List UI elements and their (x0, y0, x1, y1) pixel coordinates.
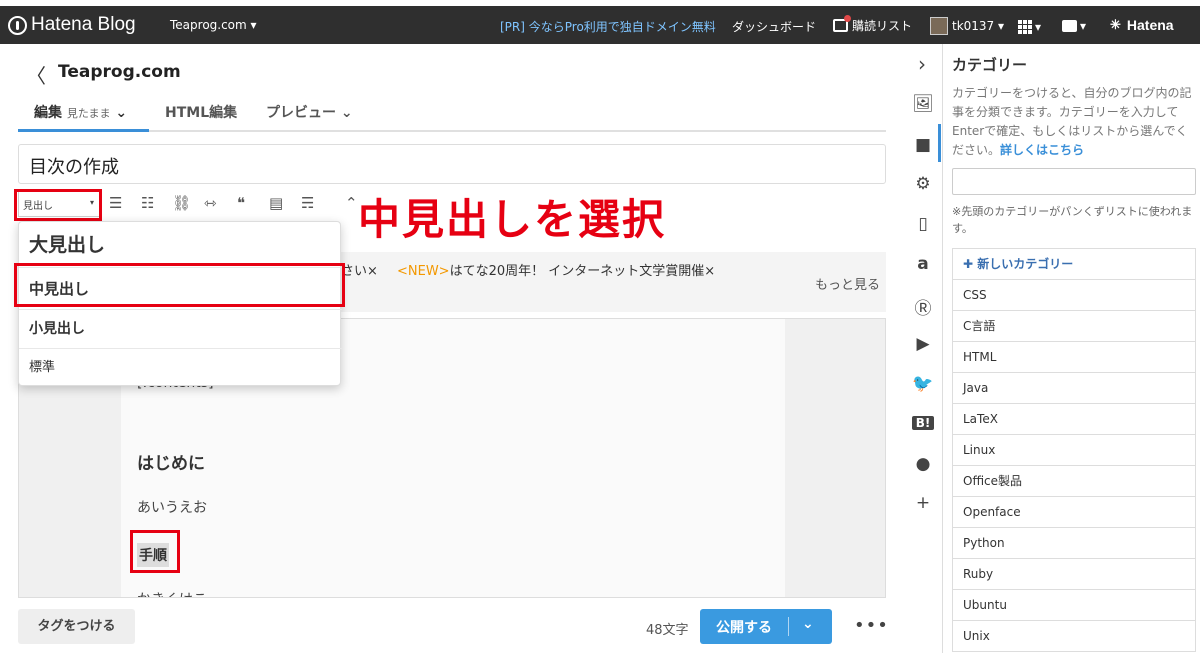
promo-link[interactable]: [PR] 今ならPro利用で独自ドメイン無料 (500, 18, 716, 35)
avatar (930, 17, 948, 35)
blog-selector[interactable]: Teaprog.com ▾ (170, 18, 257, 32)
category-input[interactable] (952, 168, 1196, 195)
tab-html[interactable]: HTML編集 (165, 102, 237, 122)
hatena-label: Hatena (1126, 17, 1174, 33)
category-item[interactable]: Openface (953, 497, 1195, 528)
hatena-bookmark-icon[interactable]: B! (912, 416, 934, 430)
collapse-toolbar-icon[interactable]: ⌃ (345, 194, 358, 212)
category-item[interactable]: Office製品 (953, 466, 1195, 497)
category-item[interactable]: Java (953, 373, 1195, 404)
dropdown-item-small-heading[interactable]: 小見出し (19, 310, 342, 349)
hatena-star-icon: ✳ (1110, 17, 1121, 32)
side-icon-bar: 🖼 ■ ⚙ ▯ a Ⓡ ▶ 🐦 B! ● + (902, 44, 942, 653)
highlight-medium-heading (14, 263, 345, 307)
category-item[interactable]: CSS (953, 280, 1195, 311)
category-panel: カテゴリー カテゴリーをつけると、自分のブログ内の記事を分類できます。カテゴリー… (942, 44, 1200, 653)
dropdown-item-large-heading[interactable]: 大見出し (19, 222, 342, 268)
tab-preview-label: プレビュー (266, 105, 336, 121)
youtube-icon[interactable]: ▶ (912, 334, 934, 354)
char-count: 48文字 (646, 623, 689, 638)
title-input[interactable]: 目次の作成 (18, 144, 886, 184)
user-menu[interactable]: tk0137 ▾ (930, 17, 1004, 35)
highlight-heading-select (14, 189, 102, 221)
reader-icon (833, 15, 851, 32)
reader-label: 購読リスト (852, 19, 913, 33)
paragraph-1: あいうえお (137, 500, 207, 516)
horizontal-rule-icon[interactable]: ⇿ (204, 194, 217, 212)
notifications-menu[interactable]: ▾ (1062, 19, 1086, 33)
category-list: ✚ 新しいカテゴリー CSS C言語 HTML Java LaTeX Linux… (952, 248, 1196, 652)
numbered-list-icon[interactable]: ☷ (141, 194, 154, 212)
notification-dot (844, 15, 851, 22)
apps-grid-icon (1018, 20, 1032, 34)
username: tk0137 ▾ (952, 19, 1005, 33)
add-category-button[interactable]: ✚ 新しいカテゴリー (953, 249, 1195, 280)
apps-menu[interactable]: ▾ (1018, 20, 1041, 34)
dashboard-link[interactable]: ダッシュボード (732, 18, 816, 35)
amazon-icon[interactable]: a (912, 254, 934, 274)
category-item[interactable]: LaTeX (953, 404, 1195, 435)
active-tab-indicator (18, 129, 149, 132)
more-line-icon[interactable]: ☴ (301, 194, 314, 212)
add-tag-button[interactable]: タグをつける (18, 609, 135, 644)
active-side-indicator (938, 124, 941, 162)
category-item[interactable]: Linux (953, 435, 1195, 466)
chevron-down-icon[interactable]: ⌄ (802, 616, 814, 632)
dropdown-item-normal[interactable]: 標準 (19, 349, 342, 387)
photo-icon[interactable]: 🖼 (912, 94, 934, 114)
category-item[interactable]: Unix (953, 621, 1195, 652)
editor-tabs: 編集 見たまま ⌄ HTML編集 プレビュー ⌄ (18, 96, 886, 132)
paragraph-2: かきくけこ (137, 589, 207, 597)
document-icon[interactable]: ▯ (912, 214, 934, 234)
category-item[interactable]: HTML (953, 342, 1195, 373)
back-icon[interactable]: 〈 (26, 60, 46, 89)
category-item[interactable]: Ruby (953, 559, 1195, 590)
top-navigation-bar: Hatena Blog Teaprog.com ▾ [PR] 今ならPro利用で… (0, 6, 1200, 44)
plus-icon[interactable]: + (912, 493, 934, 513)
bulleted-list-icon[interactable]: ☰ (109, 194, 122, 212)
panel-note: ※先頭のカテゴリーがパンくずリストに使われます。 (952, 205, 1193, 235)
publish-label: 公開する (716, 620, 772, 636)
notice-partial[interactable]: さい× (341, 260, 378, 279)
panel-description: カテゴリーをつけると、自分のブログ内の記事を分類できます。カテゴリーを入力してE… (952, 84, 1197, 160)
tab-preview[interactable]: プレビュー ⌄ (266, 102, 353, 122)
chevron-down-icon: ⌄ (340, 105, 353, 121)
highlight-selected-text (130, 530, 180, 573)
table-of-contents-icon[interactable]: ▤ (269, 194, 283, 212)
more-options-icon[interactable]: ••• (854, 615, 889, 636)
notice-more-link[interactable]: もっと見る (815, 274, 880, 293)
publish-separator (788, 617, 789, 636)
gear-icon[interactable]: ⚙ (912, 174, 934, 194)
reader-link[interactable]: 購読リスト (833, 15, 913, 34)
notif-caret: ▾ (1080, 19, 1087, 33)
hatena-blog-logo-icon (8, 15, 27, 35)
category-item[interactable]: Ubuntu (953, 590, 1195, 621)
category-item[interactable]: C言語 (953, 311, 1195, 342)
link-icon[interactable]: ⛓ (172, 194, 191, 212)
new-badge: <NEW> (397, 264, 450, 279)
hatena-link[interactable]: ✳ Hatena (1110, 17, 1174, 33)
apps-caret: ▾ (1035, 20, 1042, 34)
edit-mode-label: 見たまま (66, 107, 111, 120)
notice-anniversary[interactable]: <NEW>はてな20周年！ インターネット文学賞開催× (397, 260, 715, 279)
tab-edit-label: 編集 (34, 105, 62, 121)
folder-icon[interactable]: ■ (912, 135, 934, 155)
notice-text: はてな20周年！ インターネット文学賞開催× (449, 264, 716, 279)
speech-bubble-icon (1062, 20, 1077, 32)
github-icon[interactable]: ● (912, 454, 934, 474)
annotation-select-heading: 中見出しを選択 (358, 195, 667, 244)
hatena-blog-logo[interactable]: Hatena Blog (8, 14, 136, 36)
twitter-icon[interactable]: 🐦 (912, 374, 934, 394)
details-link[interactable]: 詳しくはこちら (1000, 143, 1084, 157)
quote-icon[interactable]: ❝ (237, 194, 245, 212)
blog-name: Teaprog.com (58, 62, 181, 82)
publish-button[interactable]: 公開する ⌄ (700, 609, 832, 644)
logo-text: Hatena Blog (31, 14, 136, 35)
category-item[interactable]: Python (953, 528, 1195, 559)
chevron-down-icon: ⌄ (115, 105, 128, 121)
tab-edit[interactable]: 編集 見たまま ⌄ (34, 102, 127, 122)
panel-title: カテゴリー (952, 56, 1028, 74)
rakuten-icon[interactable]: Ⓡ (912, 294, 934, 319)
heading-hajimeni: はじめに (137, 454, 205, 474)
